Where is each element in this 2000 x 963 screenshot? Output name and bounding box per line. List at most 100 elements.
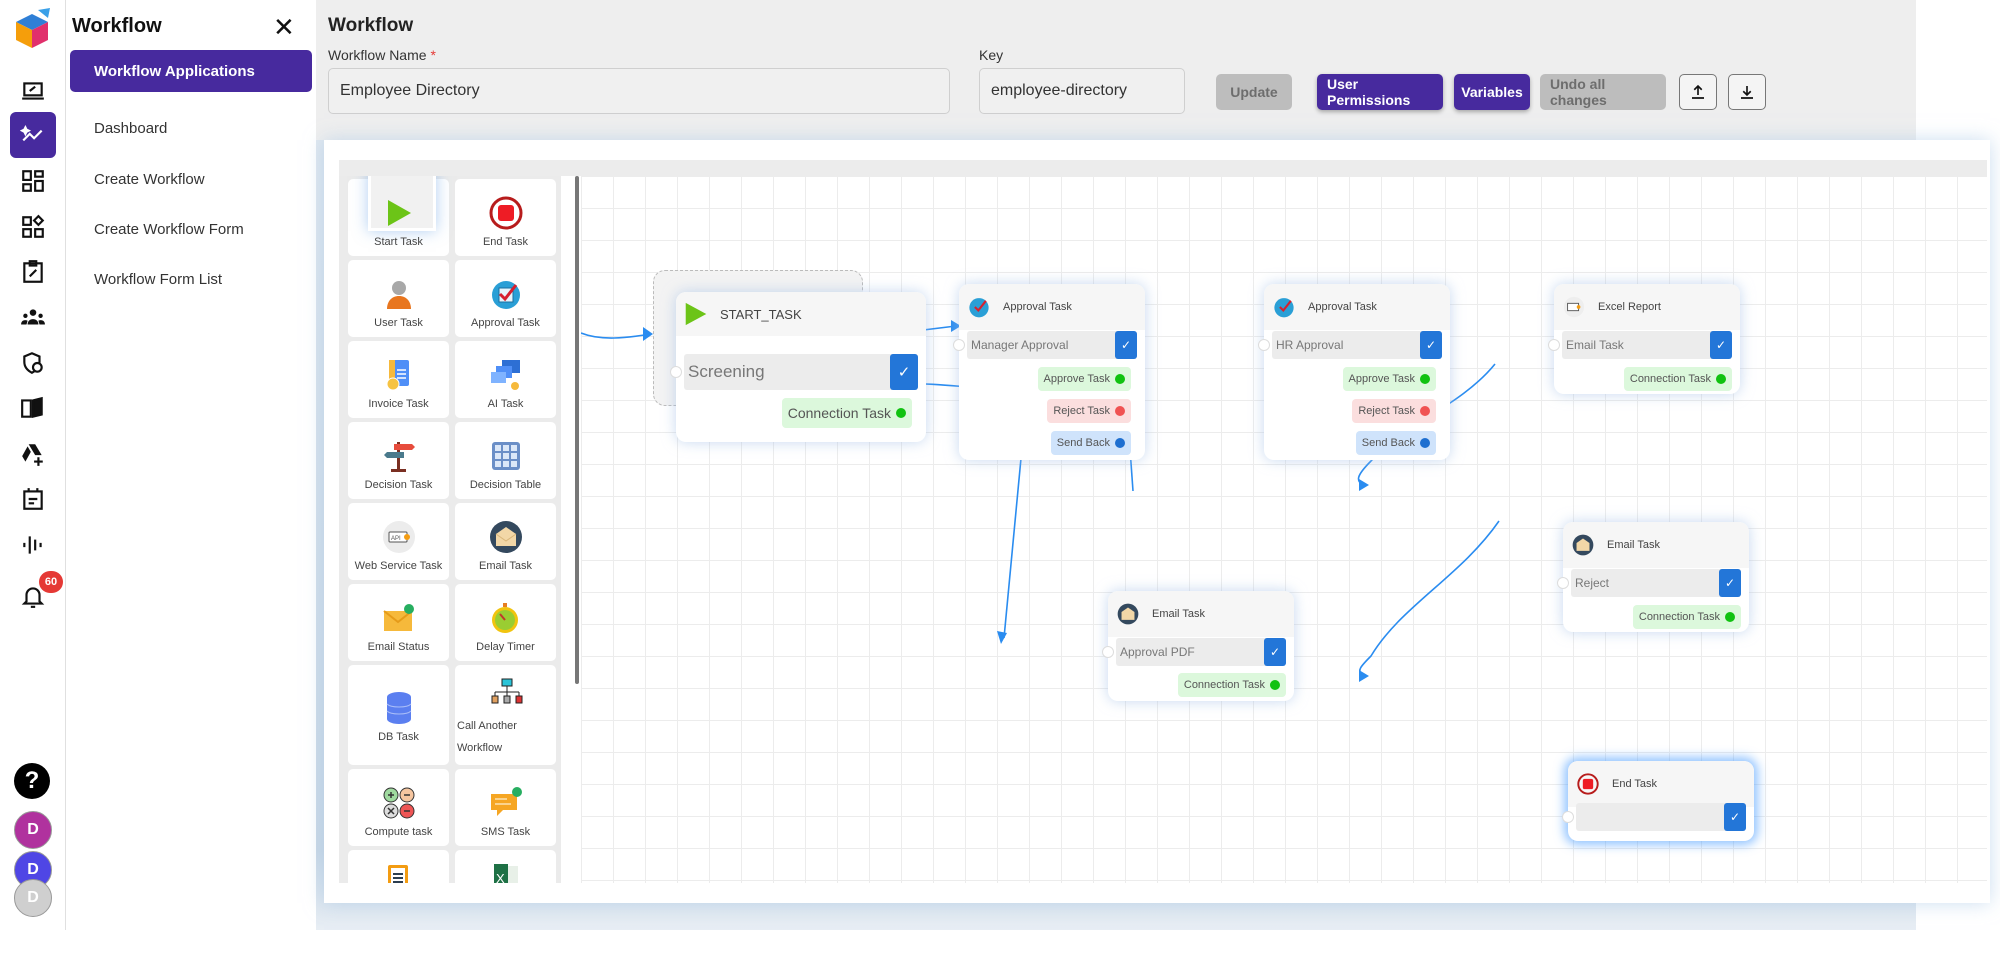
output-dot[interactable]	[1420, 406, 1430, 416]
node-field[interactable]: Screening ✓	[684, 354, 918, 390]
upload-button[interactable]	[1679, 74, 1717, 110]
tool-delay-timer[interactable]: Delay Timer	[455, 584, 556, 661]
check-icon[interactable]: ✓	[1724, 803, 1746, 831]
tool-end-task[interactable]: End Task	[455, 179, 556, 256]
input-port[interactable]	[1102, 646, 1114, 658]
input-port[interactable]	[1557, 577, 1569, 589]
palette-scrollbar[interactable]	[575, 176, 579, 684]
node-header: Approval Task	[959, 284, 1145, 330]
rail-dashboard[interactable]	[10, 158, 56, 204]
output-reject-task[interactable]: Reject Task	[1352, 399, 1436, 423]
check-icon[interactable]: ✓	[1710, 331, 1732, 359]
workflow-canvas[interactable]: START_TASK Screening ✓ Connection Task A…	[581, 176, 1987, 883]
avatar[interactable]: D	[14, 879, 52, 917]
input-port[interactable]	[670, 366, 682, 378]
node-field[interactable]: Manager Approval ✓	[967, 331, 1137, 359]
node-manager-approval[interactable]: Approval Task Manager Approval ✓ Approve …	[953, 284, 1145, 460]
tool-invoice-task[interactable]: Invoice Task	[348, 341, 449, 418]
check-icon[interactable]: ✓	[1115, 331, 1137, 359]
node-hr-approval[interactable]: Approval Task HR Approval ✓ Approve Task …	[1258, 284, 1450, 460]
input-port[interactable]	[1258, 339, 1270, 351]
input-port[interactable]	[1548, 339, 1560, 351]
subnav-item-workflow-form-list[interactable]: Workflow Form List	[70, 258, 312, 300]
close-icon[interactable]: ✕	[273, 12, 295, 43]
check-icon[interactable]: ✓	[1420, 331, 1442, 359]
node-field-value: Email Task	[1566, 338, 1624, 352]
rail-calendar[interactable]	[10, 476, 56, 522]
download-button[interactable]	[1728, 74, 1766, 110]
key-input[interactable]: employee-directory	[979, 68, 1185, 114]
output-dot[interactable]	[1716, 374, 1726, 384]
rail-audio[interactable]	[10, 522, 56, 568]
output-dot[interactable]	[1725, 612, 1735, 622]
node-excel-report[interactable]: Excel Report Email Task ✓ Connection Task	[1548, 284, 1740, 394]
user-permissions-button[interactable]: User Permissions	[1317, 74, 1443, 110]
rail-users[interactable]	[10, 295, 56, 341]
output-send-back[interactable]: Send Back	[1050, 431, 1131, 455]
node-email-reject[interactable]: Email Task Reject ✓ Connection Task	[1557, 522, 1749, 632]
check-icon[interactable]: ✓	[1719, 569, 1741, 597]
output-connection-task[interactable]: Connection Task	[1623, 367, 1732, 391]
rail-clipboard[interactable]	[10, 249, 56, 295]
tool-decision-task[interactable]: Decision Task	[348, 422, 449, 499]
tool-form-task[interactable]	[348, 850, 449, 883]
output-dot[interactable]	[896, 408, 906, 418]
rail-security[interactable]	[10, 340, 56, 386]
tool-start-task[interactable]: Start Task	[348, 176, 449, 256]
tool-approval-task[interactable]: Approval Task	[455, 260, 556, 337]
rail-workflow[interactable]	[10, 112, 56, 158]
tool-user-task[interactable]: User Task	[348, 260, 449, 337]
output-dot[interactable]	[1115, 374, 1125, 384]
node-field[interactable]: ✓	[1576, 803, 1746, 831]
tool-email-task[interactable]: Email Task	[455, 503, 556, 580]
node-field[interactable]: HR Approval ✓	[1272, 331, 1442, 359]
tool-ai-task[interactable]: AI Task	[455, 341, 556, 418]
update-button[interactable]: Update	[1216, 74, 1292, 110]
subnav-item-dashboard[interactable]: Dashboard	[70, 107, 312, 149]
input-port[interactable]	[1562, 811, 1574, 823]
tool-excel-task[interactable]: X	[455, 850, 556, 883]
tool-email-status[interactable]: Email Status	[348, 584, 449, 661]
check-icon[interactable]: ✓	[1264, 638, 1286, 666]
check-icon[interactable]: ✓	[890, 354, 918, 390]
undo-all-changes-button[interactable]: Undo all changes	[1540, 74, 1666, 110]
node-field[interactable]: Email Task ✓	[1562, 331, 1732, 359]
workflow-name-input[interactable]: Employee Directory	[328, 68, 950, 114]
tool-decision-table[interactable]: Decision Table	[455, 422, 556, 499]
output-dot[interactable]	[1420, 374, 1430, 384]
tool-compute-task[interactable]: Compute task	[348, 769, 449, 846]
variables-button[interactable]: Variables	[1454, 74, 1530, 110]
output-reject-task[interactable]: Reject Task	[1047, 399, 1131, 423]
tool-db-task[interactable]: DB Task	[348, 665, 449, 765]
input-port[interactable]	[953, 339, 965, 351]
output-approve-task[interactable]: Approve Task	[1342, 367, 1436, 391]
tool-web-service-task[interactable]: API Web Service Task	[348, 503, 449, 580]
output-connection-task[interactable]: Connection Task	[1632, 605, 1741, 629]
rail-presentation[interactable]	[10, 68, 56, 114]
rail-drive[interactable]	[10, 431, 56, 477]
output-dot[interactable]	[1115, 406, 1125, 416]
app-logo-icon[interactable]	[12, 8, 52, 52]
tool-sms-task[interactable]: SMS Task	[455, 769, 556, 846]
node-field[interactable]: Approval PDF ✓	[1116, 638, 1286, 666]
tool-call-another-workflow[interactable]: Call Another Workflow	[455, 665, 556, 765]
output-connection-task[interactable]: Connection Task	[1177, 673, 1286, 697]
output-connection-task[interactable]: Connection Task	[781, 398, 912, 428]
subnav-item-create-workflow-form[interactable]: Create Workflow Form	[70, 208, 312, 250]
drive-add-icon	[22, 444, 43, 466]
output-dot[interactable]	[1270, 680, 1280, 690]
output-dot[interactable]	[1115, 438, 1125, 448]
rail-widgets[interactable]	[10, 204, 56, 250]
node-start-task[interactable]: START_TASK Screening ✓ Connection Task	[670, 292, 926, 442]
subnav-item-workflow-applications[interactable]: Workflow Applications	[70, 50, 312, 92]
avatar[interactable]: D	[14, 811, 52, 849]
output-send-back[interactable]: Send Back	[1355, 431, 1436, 455]
subnav-item-create-workflow[interactable]: Create Workflow	[70, 158, 312, 200]
help-icon[interactable]: ?	[14, 763, 50, 799]
rail-book[interactable]	[10, 385, 56, 431]
output-dot[interactable]	[1420, 438, 1430, 448]
node-email-approval-pdf[interactable]: Email Task Approval PDF ✓ Connection Task	[1102, 591, 1294, 701]
node-field[interactable]: Reject ✓	[1571, 569, 1741, 597]
node-end-task[interactable]: End Task ✓	[1562, 761, 1754, 841]
output-approve-task[interactable]: Approve Task	[1037, 367, 1131, 391]
